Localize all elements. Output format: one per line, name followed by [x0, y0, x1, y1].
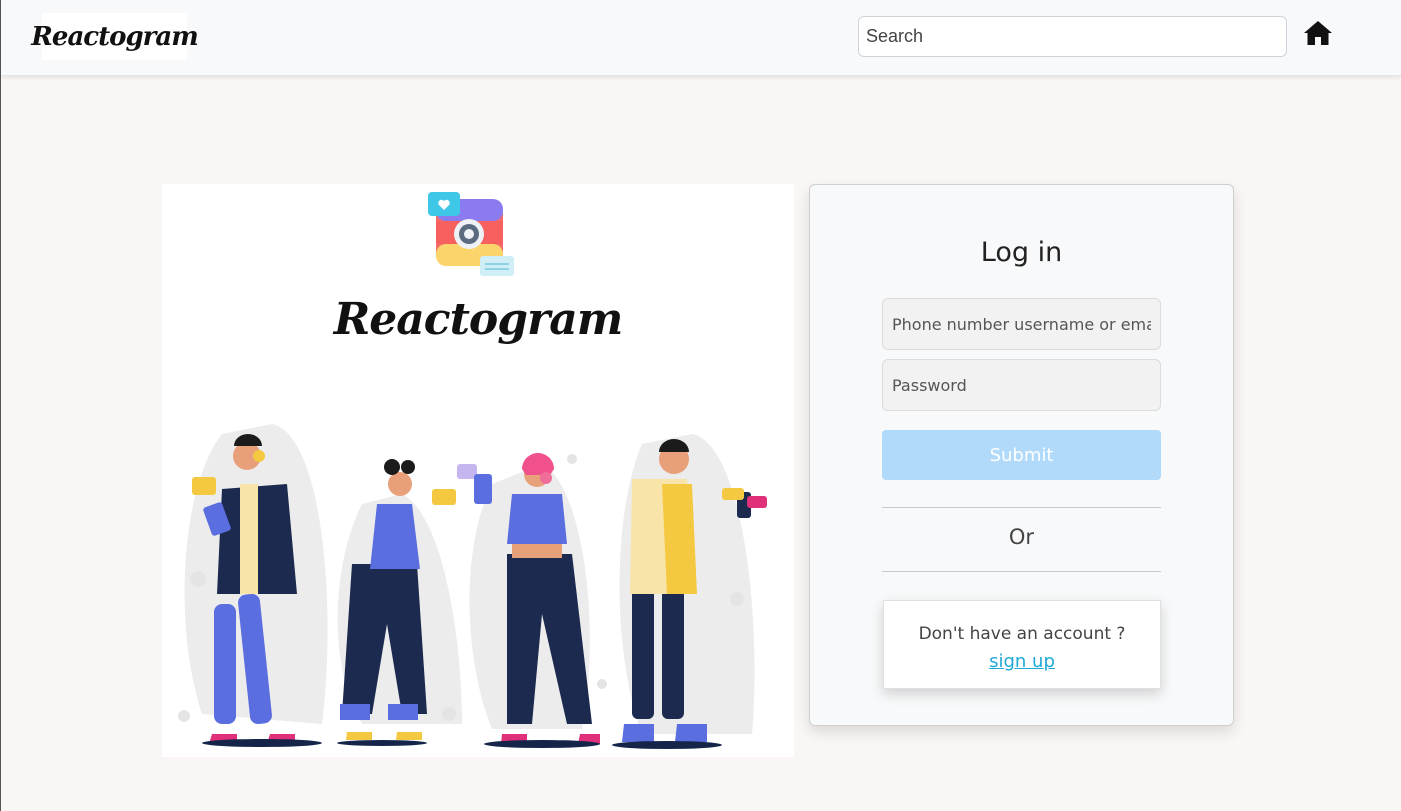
password-field[interactable] [882, 359, 1161, 411]
camera-logo-icon [428, 192, 514, 276]
divider-bottom [882, 571, 1161, 572]
hero-wordmark: Reactogram [333, 294, 624, 345]
username-field[interactable] [882, 298, 1161, 350]
hero-artwork [178, 192, 767, 749]
no-account-text: Don't have an account ? [918, 624, 1126, 644]
navbar: Reactogram [1, 0, 1401, 76]
signup-link[interactable]: sign up [989, 651, 1055, 672]
hero-illustration: Reactogram [162, 184, 794, 757]
or-label: Or [1008, 525, 1035, 549]
signup-box: Don't have an account ? sign up [883, 600, 1161, 689]
home-icon[interactable] [1303, 19, 1333, 47]
login-title: Log in [980, 237, 1063, 268]
brand-logo[interactable]: Reactogram [31, 13, 199, 60]
search-input[interactable] [858, 16, 1287, 57]
divider-top [882, 507, 1161, 508]
submit-button[interactable]: Submit [882, 430, 1161, 480]
login-card: Log in Submit Or Don't have an account ?… [809, 184, 1234, 726]
